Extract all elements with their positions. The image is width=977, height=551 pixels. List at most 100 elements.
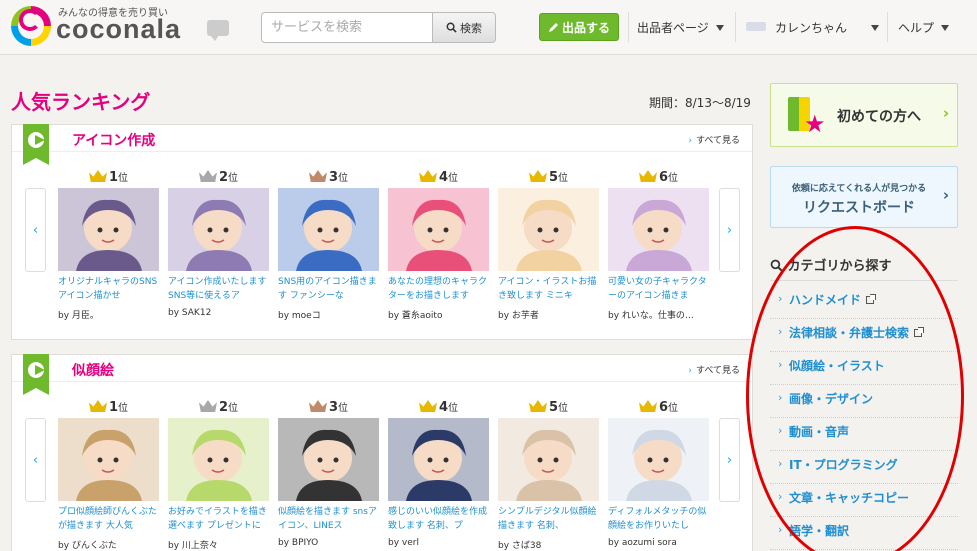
chevron-right-icon: ›	[778, 490, 783, 503]
chevron-right-icon: ›	[942, 186, 949, 204]
chevron-right-icon: ›	[726, 222, 733, 238]
rank-suffix: 位	[558, 403, 569, 414]
category-label: ハンドメイド	[789, 291, 877, 308]
rank-number: 3	[328, 400, 339, 415]
see-all-link[interactable]: › すべて見る	[688, 133, 740, 146]
category-label-text: 法律相談・弁護士検索	[789, 326, 910, 340]
rank-label: 6位	[608, 169, 709, 185]
service-title[interactable]: SNS用のアイコン描きます ファンシーな	[278, 275, 379, 303]
category-label-text: ハンドメイド	[789, 293, 862, 307]
star-icon: ★	[804, 110, 826, 138]
rank-suffix: 位	[118, 173, 129, 184]
seller-name[interactable]: by aozumi sora	[608, 538, 712, 548]
service-thumbnail[interactable]	[278, 188, 379, 271]
logo-text: coconala	[56, 14, 182, 44]
service-title[interactable]: アイコン作成いたします SNS等に使えるア	[168, 275, 269, 303]
service-thumbnail[interactable]	[168, 418, 269, 501]
chevron-left-icon: ‹	[32, 222, 39, 238]
category-label: 画像・デザイン	[789, 390, 873, 407]
carousel-next-button[interactable]: ›	[719, 418, 740, 502]
crown-icon	[638, 170, 657, 182]
rank-number: 2	[218, 400, 229, 415]
request-board-banner[interactable]: 依頼に応えてくれる人が見つかる リクエストボード ›	[770, 166, 958, 228]
service-thumbnail[interactable]	[608, 418, 709, 501]
chevron-right-icon: ›	[778, 391, 783, 404]
carousel-prev-button[interactable]: ‹	[25, 418, 46, 502]
chevron-right-icon: ›	[778, 292, 783, 305]
service-thumbnail[interactable]	[388, 188, 489, 271]
seller-page-menu[interactable]: 出品者ページ	[637, 19, 724, 36]
seller-name[interactable]: by お芋者	[498, 308, 602, 321]
rank-number: 4	[438, 400, 449, 415]
carousel-prev-button[interactable]: ‹	[25, 188, 46, 272]
ranking-category-title[interactable]: アイコン作成	[72, 130, 155, 150]
user-menu[interactable]: カレンちゃん	[775, 19, 880, 36]
seller-name[interactable]: by SAK12	[168, 308, 272, 318]
service-title[interactable]: プロ似顔絵師ぴんくぶたが描きます 大人気	[58, 505, 159, 533]
rank-number: 3	[328, 170, 339, 185]
user-name: カレンちゃん	[775, 21, 848, 35]
pencil-icon	[548, 23, 558, 32]
category-label-text: 文章・キャッチコピー	[789, 491, 910, 505]
service-thumbnail[interactable]	[58, 188, 159, 271]
seller-name[interactable]: by 蒼糸aoito	[388, 308, 492, 321]
seller-name[interactable]: by れいな。仕事の…	[608, 308, 712, 321]
category-link[interactable]: › 似顔絵・イラスト	[770, 352, 958, 385]
search-button[interactable]: 検索	[432, 12, 496, 43]
carousel-next-button[interactable]: ›	[719, 188, 740, 272]
see-all-label: すべて見る	[695, 366, 740, 376]
help-menu[interactable]: ヘルプ	[898, 19, 950, 36]
category-link[interactable]: › 法律相談・弁護士検索	[770, 319, 958, 352]
service-thumbnail[interactable]	[278, 418, 379, 501]
service-title[interactable]: 可愛い女の子キャラクターのアイコン描きま	[608, 275, 709, 303]
rank-number: 1	[108, 170, 119, 185]
rank-number: 5	[548, 170, 559, 185]
category-link[interactable]: › ハンドメイド	[770, 286, 958, 319]
seller-name[interactable]: by ぴんくぶた	[58, 538, 162, 551]
crown-icon	[88, 400, 107, 412]
category-link[interactable]: › IT・プログラミング	[770, 451, 958, 484]
see-all-link[interactable]: › すべて見る	[688, 363, 740, 376]
ribbon-icon	[23, 354, 49, 395]
beginner-guide-banner[interactable]: ★ 初めての方へ ›	[770, 83, 958, 147]
service-title[interactable]: ディフォルメタッチの似顔絵をお作りいたし	[608, 505, 709, 533]
rank-label: 4位	[388, 169, 489, 185]
service-title[interactable]: 感じのいい似顔絵を作成致します 名刺、プ	[388, 505, 489, 533]
service-title[interactable]: 似顔絵を描きます snsアイコン、LINEス	[278, 505, 379, 533]
sell-button[interactable]: 出品する	[539, 13, 619, 41]
service-title[interactable]: シンプルデジタル似顔絵描きます 名刺、	[498, 505, 599, 533]
crown-icon	[308, 400, 327, 412]
avatar[interactable]	[746, 22, 766, 31]
service-thumbnail[interactable]	[388, 418, 489, 501]
nav-separator	[887, 12, 888, 42]
category-label-text: 語学・翻訳	[789, 524, 850, 538]
service-thumbnail[interactable]	[498, 188, 599, 271]
service-thumbnail[interactable]	[498, 418, 599, 501]
service-title[interactable]: アイコン・イラストお描き致します ミニキ	[498, 275, 599, 303]
service-title[interactable]: お好みでイラストを描き選べます プレゼントに	[168, 505, 269, 533]
search-input[interactable]	[261, 12, 433, 43]
service-title[interactable]: オリジナルキャラのSNSアイコン描かせ	[58, 275, 159, 303]
seller-name[interactable]: by verl	[388, 538, 492, 548]
ranking-category-title[interactable]: 似顔絵	[72, 360, 114, 380]
service-title[interactable]: あなたの理想のキャラクターをお描きします	[388, 275, 489, 303]
service-thumbnail[interactable]	[608, 188, 709, 271]
external-link-icon	[866, 294, 877, 304]
seller-name[interactable]: by moeコ	[278, 308, 382, 321]
service-thumbnail[interactable]	[58, 418, 159, 501]
category-link[interactable]: › 語学・翻訳	[770, 517, 958, 550]
category-label-text: 動画・音声	[789, 425, 850, 439]
rank-suffix: 位	[228, 173, 239, 184]
seller-name[interactable]: by さば38	[498, 538, 602, 551]
rank-number: 4	[438, 170, 449, 185]
seller-name[interactable]: by 月臣。	[58, 308, 162, 321]
service-thumbnail[interactable]	[168, 188, 269, 271]
crown-icon	[528, 170, 547, 182]
request-board-subtitle: 依頼に応えてくれる人が見つかる	[791, 184, 927, 194]
category-link[interactable]: › 文章・キャッチコピー	[770, 484, 958, 517]
seller-name[interactable]: by 川上奈々	[168, 538, 272, 551]
category-link[interactable]: › 動画・音声	[770, 418, 958, 451]
category-link[interactable]: › 画像・デザイン	[770, 385, 958, 418]
category-heading-label: カテゴリから探す	[787, 259, 892, 274]
seller-name[interactable]: by BPIYO	[278, 538, 382, 548]
